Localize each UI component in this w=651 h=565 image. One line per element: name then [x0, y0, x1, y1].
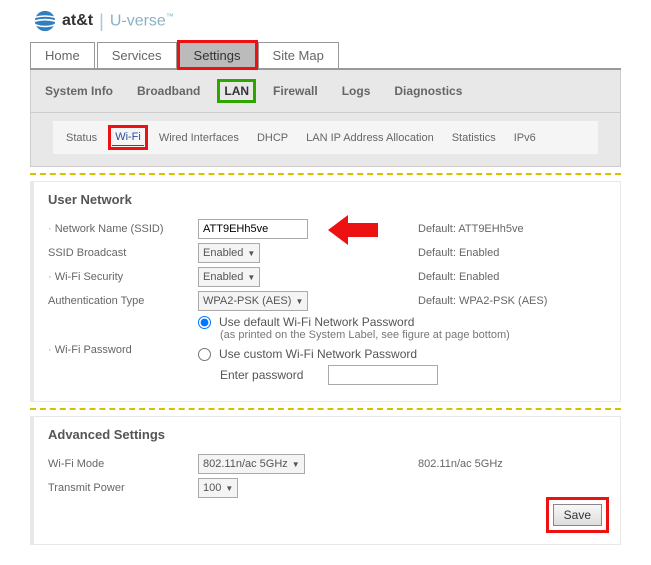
password-custom-radio[interactable] [198, 348, 211, 361]
password-default-label: Use default Wi-Fi Network Password [219, 315, 414, 329]
section-divider [30, 173, 621, 175]
auth-label: Authentication Type [48, 295, 198, 307]
password-custom-label: Use custom Wi-Fi Network Password [219, 347, 417, 361]
main-tabs: Home Services Settings Site Map [30, 42, 621, 70]
mode-default: 802.11n/ac 5GHz [418, 458, 503, 470]
advanced-settings-section: Advanced Settings Wi-Fi Mode 802.11n/ac … [30, 416, 621, 545]
password-input[interactable] [328, 365, 438, 385]
auth-select[interactable]: WPA2-PSK (AES) ▼ [198, 291, 308, 311]
tab-sitemap[interactable]: Site Map [258, 42, 339, 68]
power-label: Transmit Power [48, 482, 198, 494]
power-select[interactable]: 100 ▼ [198, 478, 238, 498]
security-label: Wi-Fi Security [48, 271, 198, 283]
password-default-radio[interactable] [198, 316, 211, 329]
security-value: Enabled [203, 271, 243, 283]
tab-broadband[interactable]: Broadband [133, 82, 204, 100]
save-button[interactable]: Save [553, 504, 602, 526]
chevron-down-icon: ▼ [292, 460, 300, 469]
att-globe-icon [34, 10, 56, 32]
tab-firewall[interactable]: Firewall [269, 82, 322, 100]
tab-home[interactable]: Home [30, 42, 95, 68]
save-highlight: Save [549, 500, 606, 530]
password-enter-label: Enter password [220, 368, 320, 382]
subtab-lanip[interactable]: LAN IP Address Allocation [303, 130, 437, 146]
ssid-input[interactable] [198, 219, 308, 239]
lan-subnav-container: Status Wi-Fi Wired Interfaces DHCP LAN I… [30, 113, 621, 167]
subtab-dhcp[interactable]: DHCP [254, 130, 291, 146]
subtab-statistics[interactable]: Statistics [449, 130, 499, 146]
tab-settings[interactable]: Settings [179, 42, 256, 68]
broadcast-label: SSID Broadcast [48, 247, 198, 259]
lan-subnav: Status Wi-Fi Wired Interfaces DHCP LAN I… [53, 121, 598, 154]
user-network-section: User Network Network Name (SSID) Default… [30, 181, 621, 402]
att-wordmark: at&t [62, 12, 93, 30]
power-value: 100 [203, 482, 221, 494]
tab-diagnostics[interactable]: Diagnostics [390, 82, 466, 100]
ssid-label: Network Name (SSID) [48, 223, 198, 235]
auth-value: WPA2-PSK (AES) [203, 295, 291, 307]
tab-logs[interactable]: Logs [338, 82, 375, 100]
chevron-down-icon: ▼ [247, 273, 255, 282]
settings-tabs: System Info Broadband LAN Firewall Logs … [30, 70, 621, 113]
product-name: U-verse™ [110, 12, 174, 30]
brand-divider: | [99, 11, 104, 32]
brand-header: at&t | U-verse™ [30, 6, 621, 40]
subtab-wifi[interactable]: Wi-Fi [112, 129, 144, 146]
security-default: Default: Enabled [418, 271, 499, 283]
chevron-down-icon: ▼ [247, 249, 255, 258]
user-network-title: User Network [48, 192, 606, 207]
mode-value: 802.11n/ac 5GHz [203, 458, 288, 470]
subtab-status[interactable]: Status [63, 130, 100, 146]
broadcast-default: Default: Enabled [418, 247, 499, 259]
password-options: Use default Wi-Fi Network Password (as p… [198, 315, 606, 385]
security-select[interactable]: Enabled ▼ [198, 267, 260, 287]
broadcast-value: Enabled [203, 247, 243, 259]
mode-label: Wi-Fi Mode [48, 458, 198, 470]
password-note: (as printed on the System Label, see fig… [198, 329, 606, 341]
subtab-wired[interactable]: Wired Interfaces [156, 130, 242, 146]
tab-services[interactable]: Services [97, 42, 177, 68]
section-divider [30, 408, 621, 410]
tab-lan[interactable]: LAN [220, 82, 253, 100]
subtab-ipv6[interactable]: IPv6 [511, 130, 539, 146]
tab-system-info[interactable]: System Info [41, 82, 117, 100]
password-label: Wi-Fi Password [48, 344, 198, 356]
advanced-title: Advanced Settings [48, 427, 606, 442]
ssid-default: Default: ATT9EHh5ve [418, 223, 524, 235]
broadcast-select[interactable]: Enabled ▼ [198, 243, 260, 263]
chevron-down-icon: ▼ [295, 297, 303, 306]
chevron-down-icon: ▼ [225, 484, 233, 493]
mode-select[interactable]: 802.11n/ac 5GHz ▼ [198, 454, 305, 474]
auth-default: Default: WPA2-PSK (AES) [418, 295, 547, 307]
